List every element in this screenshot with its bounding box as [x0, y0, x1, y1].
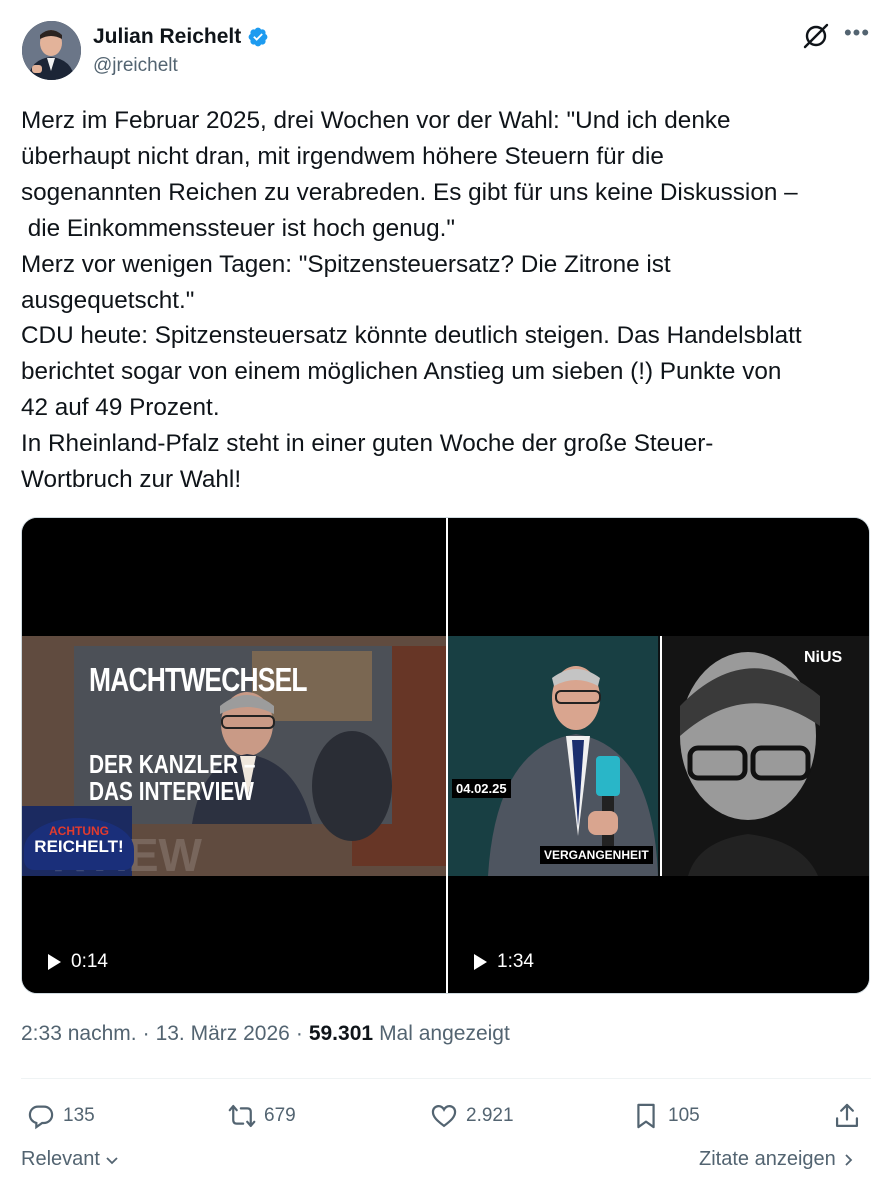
meta-separator: ·: [142, 1022, 150, 1045]
divider: [21, 1078, 871, 1079]
video-player-2[interactable]: 04.02.25 VERGANGENHEIT NiUS 1:34: [448, 518, 869, 993]
video1-title-bot: DAS INTERVIEW: [89, 776, 254, 806]
tweet-meta: 2:33 nachm. · 13. März 2026 · 59.301 Mal…: [21, 1022, 510, 1046]
tweet-date[interactable]: 13. März 2026: [156, 1022, 290, 1046]
tweet-line: ausgequetscht.": [21, 286, 195, 314]
media-grid: RVIEW MACHTWECHSEL DER KANZLER – DAS INT…: [21, 517, 870, 994]
reply-icon: [28, 1105, 54, 1130]
reply-button[interactable]: 135: [27, 1098, 95, 1134]
video-player-1[interactable]: RVIEW MACHTWECHSEL DER KANZLER – DAS INT…: [22, 518, 446, 993]
tweet-time[interactable]: 2:33 nachm.: [21, 1022, 137, 1046]
view-count-label: Mal angezeigt: [379, 1022, 510, 1045]
tweet-line: berichtet sogar von einem möglichen Anst…: [21, 358, 782, 386]
video1-duration: 0:14: [71, 951, 108, 972]
play-icon[interactable]: [474, 954, 487, 970]
author-name[interactable]: Julian Reichelt: [93, 25, 241, 49]
achtung-reichelt-logo: ACHTUNG REICHELT!: [24, 818, 134, 870]
like-count: 2.921: [466, 1105, 514, 1126]
play-icon[interactable]: [48, 954, 61, 970]
more-options-icon[interactable]: •••: [842, 22, 872, 50]
badge-top-text: ACHTUNG: [49, 824, 109, 838]
author-name-row: Julian Reichelt: [93, 22, 269, 52]
video-thumbnail-2: [448, 636, 869, 876]
tweet-line: Merz im Februar 2025, drei Wochen vor de…: [21, 107, 731, 134]
video1-play-control[interactable]: 0:14: [48, 951, 108, 973]
tweet-line: sogenannten Reichen zu verabreden. Es gi…: [21, 178, 798, 206]
author-handle[interactable]: @jreichelt: [93, 55, 178, 77]
verified-badge-icon: [248, 27, 268, 47]
badge-bottom-text: REICHELT!: [34, 837, 124, 856]
reply-count: 135: [63, 1105, 95, 1126]
heart-icon: [431, 1104, 457, 1128]
tweet-line: CDU heute: Spitzensteuersatz könnte deut…: [21, 322, 802, 350]
bookmark-icon: [637, 1103, 655, 1129]
repost-icon: [228, 1104, 256, 1128]
avatar[interactable]: [22, 21, 81, 80]
chevron-right-icon: [845, 1153, 853, 1166]
sort-label: Relevant: [21, 1148, 100, 1170]
tweet-line: Wortbruch zur Wahl!: [21, 466, 242, 494]
tweet-line: überhaupt nicht dran, mit irgendwem höhe…: [21, 142, 664, 170]
video1-title-mid: DER KANZLER –: [89, 749, 256, 779]
share-button[interactable]: [833, 1098, 861, 1134]
tweet-line: In Rheinland-Pfalz steht in einer guten …: [21, 430, 714, 458]
view-quotes-label: Zitate anzeigen: [699, 1148, 836, 1170]
view-quotes-link[interactable]: Zitate anzeigen: [699, 1148, 856, 1171]
like-button[interactable]: 2.921: [430, 1098, 514, 1134]
share-icon: [835, 1103, 859, 1128]
video2-duration: 1:34: [497, 951, 534, 972]
grok-icon[interactable]: [802, 22, 830, 50]
sort-dropdown[interactable]: Relevant: [21, 1148, 120, 1171]
bookmark-button[interactable]: 105: [632, 1098, 700, 1134]
nius-logo: NiUS: [804, 649, 843, 666]
tweet-line: Merz vor wenigen Tagen: "Spitzensteuersa…: [21, 250, 671, 278]
meta-separator: ·: [295, 1022, 303, 1045]
video1-title-top: MACHTWECHSEL: [89, 661, 308, 698]
tweet-text: Merz im Februar 2025, drei Wochen vor de…: [21, 103, 876, 498]
tweet-line: 42 auf 49 Prozent.: [21, 394, 220, 422]
chevron-down-icon: [106, 1156, 118, 1164]
tweet-line: die Einkommenssteuer ist hoch genug.": [21, 214, 456, 242]
avatar-image: [22, 21, 81, 80]
bookmark-count: 105: [668, 1105, 700, 1126]
repost-button[interactable]: 679: [228, 1098, 296, 1134]
view-count: 59.301: [308, 1022, 374, 1045]
repost-count: 679: [264, 1105, 296, 1126]
video2-date-label: 04.02.25: [452, 779, 511, 798]
video2-caption-label: VERGANGENHEIT: [540, 846, 653, 864]
video2-play-control[interactable]: 1:34: [474, 951, 534, 973]
